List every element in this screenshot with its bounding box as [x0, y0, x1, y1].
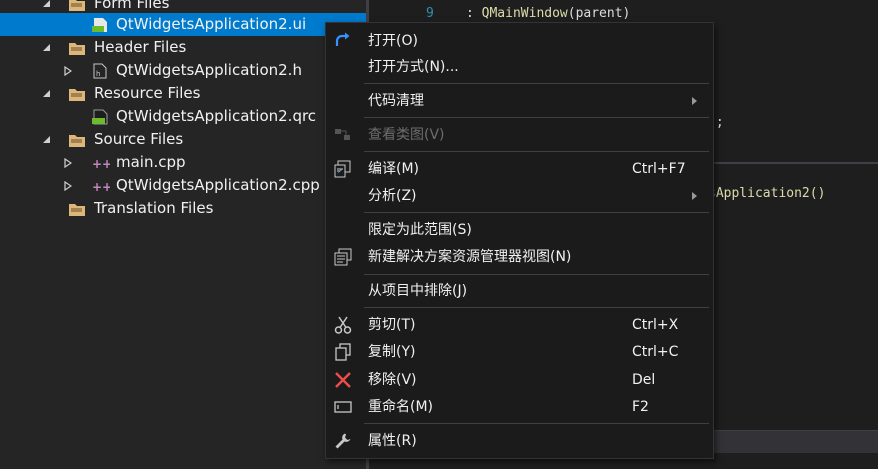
- tree-item-label: Translation Files: [94, 199, 214, 217]
- menu-item-label: 分析(Z): [368, 188, 417, 204]
- folder-icon: [68, 132, 86, 147]
- folder-icon: [68, 40, 86, 55]
- class-diagram-icon: [334, 126, 352, 144]
- qrc-file-icon: [92, 109, 110, 125]
- menu-separator: [364, 212, 709, 213]
- expand-arrow-icon[interactable]: [62, 59, 74, 82]
- svg-text:++: ++: [92, 180, 110, 194]
- menu-item-label: 代码清理: [368, 93, 424, 109]
- tree-item-label: QtWidgetsApplication2.h: [116, 61, 302, 79]
- context-menu: 打开(O) 打开方式(N)... 代码清理 查看类图(V) 编译(M) Ctrl…: [325, 22, 714, 459]
- menu-item-cut[interactable]: 剪切(T) Ctrl+X: [326, 312, 713, 338]
- menu-item-code-cleanup[interactable]: 代码清理: [326, 88, 713, 114]
- compile-icon: [334, 160, 352, 178]
- menu-item-view-class-diagram: 查看类图(V): [326, 122, 713, 148]
- menu-separator: [364, 274, 709, 275]
- menu-item-analyze[interactable]: 分析(Z): [326, 183, 713, 209]
- menu-item-remove[interactable]: 移除(V) Del: [326, 367, 713, 393]
- tree-item-source-files[interactable]: Source Files: [0, 128, 366, 151]
- collapse-arrow-icon[interactable]: [40, 82, 52, 105]
- menu-item-properties[interactable]: 属性(R): [326, 428, 713, 454]
- menu-item-label: 打开方式(N)...: [368, 59, 459, 75]
- menu-item-shortcut: Ctrl+F7: [632, 161, 686, 177]
- folder-icon: [68, 86, 86, 101]
- solution-explorer-tree: Form Files QtWidgetsApplication2.ui Head…: [0, 0, 366, 469]
- menu-item-compile[interactable]: 编译(M) Ctrl+F7: [326, 156, 713, 182]
- menu-item-rename[interactable]: 重命名(M) F2: [326, 394, 713, 420]
- menu-item-label: 新建解决方案资源管理器视图(N): [368, 249, 572, 265]
- menu-item-label: 编译(M): [368, 161, 420, 177]
- menu-separator: [364, 151, 709, 152]
- tree-item-label: main.cpp: [116, 153, 186, 171]
- menu-item-open-with[interactable]: 打开方式(N)...: [326, 54, 713, 80]
- expand-arrow-icon[interactable]: [62, 174, 74, 197]
- menu-item-new-explorer-view[interactable]: 新建解决方案资源管理器视图(N): [326, 244, 713, 270]
- menu-item-shortcut: Del: [632, 372, 656, 388]
- tree-item-cpp-file[interactable]: ++ main.cpp: [0, 151, 366, 174]
- menu-separator: [364, 307, 709, 308]
- copy-icon: [334, 343, 352, 361]
- menu-item-label: 打开(O): [368, 33, 418, 49]
- rename-icon: [334, 398, 352, 416]
- new-view-icon: [334, 248, 352, 266]
- submenu-arrow-icon: [692, 97, 697, 105]
- menu-item-open[interactable]: 打开(O): [326, 28, 713, 54]
- menu-item-label: 查看类图(V): [368, 127, 445, 143]
- menu-separator: [364, 117, 709, 118]
- menu-item-shortcut: F2: [632, 399, 649, 415]
- tree-item-ui-file[interactable]: QtWidgetsApplication2.ui: [0, 13, 366, 36]
- expand-arrow-icon[interactable]: [62, 151, 74, 174]
- tree-item-label: QtWidgetsApplication2.qrc: [116, 107, 317, 125]
- tree-item-label: Source Files: [94, 130, 184, 148]
- code-fragment: sApplication2(): [708, 186, 826, 201]
- menu-item-label: 移除(V): [368, 372, 417, 388]
- menu-item-label: 复制(Y): [368, 344, 416, 360]
- tree-item-resource-files[interactable]: Resource Files: [0, 82, 366, 105]
- ui-file-icon: [92, 17, 110, 32]
- tree-item-label: QtWidgetsApplication2.cpp: [116, 176, 320, 194]
- header-file-icon: h: [92, 63, 110, 79]
- folder-icon: [68, 201, 86, 216]
- menu-item-shortcut: Ctrl+X: [632, 317, 679, 333]
- menu-item-label: 限定为此范围(S): [368, 222, 472, 238]
- menu-item-label: 剪切(T): [368, 317, 416, 333]
- menu-separator: [364, 83, 709, 84]
- code-function: QMainWindow: [481, 6, 568, 21]
- menu-item-exclude-from-project[interactable]: 从项目中排除(J): [326, 278, 713, 304]
- tree-item-header-files[interactable]: Header Files: [0, 36, 366, 59]
- wrench-icon: [334, 432, 352, 450]
- tree-item-qrc-file[interactable]: QtWidgetsApplication2.qrc: [0, 105, 366, 128]
- tree-item-translation-files[interactable]: Translation Files: [0, 197, 366, 220]
- remove-icon: [334, 371, 352, 389]
- menu-item-label: 属性(R): [368, 433, 417, 449]
- tree-item-label: Header Files: [94, 38, 187, 56]
- svg-text:h: h: [96, 70, 100, 78]
- cpp-file-icon: ++: [92, 178, 112, 194]
- menu-item-shortcut: Ctrl+C: [632, 344, 679, 360]
- tree-item-label: Resource Files: [94, 84, 201, 102]
- tree-item-label: QtWidgetsApplication2.ui: [116, 15, 307, 33]
- menu-item-label: 从项目中排除(J): [368, 283, 468, 299]
- menu-separator: [364, 423, 709, 424]
- line-number: 9: [426, 6, 434, 21]
- code-prefix: :: [466, 6, 482, 21]
- open-icon: [334, 32, 352, 50]
- folder-icon: [68, 0, 86, 11]
- menu-item-scope-to-this[interactable]: 限定为此范围(S): [326, 217, 713, 243]
- cut-icon: [334, 316, 352, 334]
- menu-item-copy[interactable]: 复制(Y) Ctrl+C: [326, 339, 713, 365]
- collapse-arrow-icon[interactable]: [40, 36, 52, 59]
- svg-text:++: ++: [92, 157, 110, 171]
- menu-item-label: 重命名(M): [368, 399, 434, 415]
- submenu-arrow-icon: [692, 192, 697, 200]
- code-args: (parent): [567, 6, 631, 21]
- tree-item-header-file[interactable]: h QtWidgetsApplication2.h: [0, 59, 366, 82]
- collapse-arrow-icon[interactable]: [40, 128, 52, 151]
- code-line: : QMainWindow(parent): [466, 6, 630, 21]
- tree-item-cpp-file[interactable]: ++ QtWidgetsApplication2.cpp: [0, 174, 366, 197]
- cpp-file-icon: ++: [92, 155, 112, 171]
